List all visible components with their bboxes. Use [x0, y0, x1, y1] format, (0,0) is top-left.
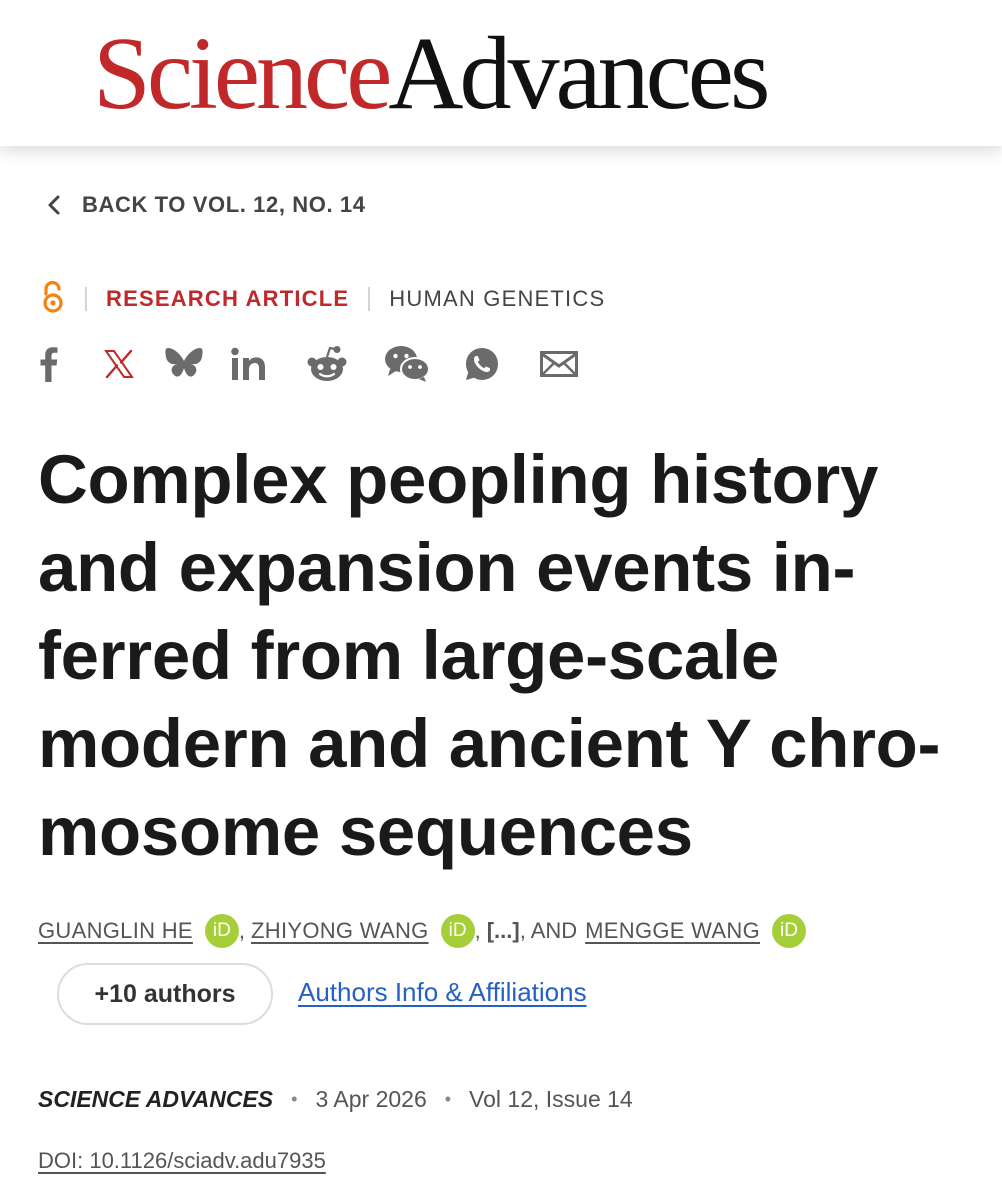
- x-icon[interactable]: [102, 342, 136, 386]
- meta-divider: [368, 287, 371, 311]
- share-bar: [34, 342, 578, 386]
- bullet-separator: •: [291, 1088, 298, 1109]
- journal-name[interactable]: SCIENCE ADVANCES: [38, 1086, 273, 1113]
- open-access-icon: [40, 280, 66, 319]
- logo-science: Science: [93, 16, 392, 131]
- publication-info: SCIENCE ADVANCES • 3 Apr 2026 • Vol 12, …: [38, 1082, 633, 1116]
- author-list: GUANGLIN HE iD , ZHIYONG WANG iD , [...]…: [38, 913, 806, 949]
- title-line: modern and ancient Y chro-: [38, 705, 941, 782]
- author-separator: ,: [474, 918, 481, 943]
- doi-link[interactable]: DOI: 10.1126/sciadv.adu7935: [38, 1148, 326, 1174]
- author-link-zhiyong-wang[interactable]: ZHIYONG WANG: [251, 918, 429, 944]
- article-title: Complex peopling history and expansion e…: [38, 436, 978, 876]
- back-to-issue-link[interactable]: BACK TO VOL. 12, NO. 14: [46, 190, 366, 220]
- author-link-guanglin-he[interactable]: GUANGLIN HE: [38, 918, 193, 944]
- facebook-icon[interactable]: [34, 342, 64, 386]
- title-line: Complex peopling history: [38, 441, 879, 518]
- author-ellipsis[interactable]: [...]: [487, 918, 520, 944]
- article-type[interactable]: RESEARCH ARTICLE: [106, 286, 349, 312]
- orcid-icon[interactable]: iD: [204, 914, 239, 948]
- author-link-mengge-wang[interactable]: MENGGE WANG: [585, 918, 760, 944]
- meta-divider: [85, 287, 87, 311]
- title-line: ferred from large-scale: [38, 617, 779, 694]
- email-icon[interactable]: [540, 342, 578, 386]
- wechat-icon[interactable]: [384, 342, 430, 386]
- orcid-icon[interactable]: iD: [772, 914, 806, 948]
- article-subject[interactable]: HUMAN GENETICS: [389, 286, 605, 312]
- orcid-icon[interactable]: iD: [440, 914, 475, 948]
- science-advances-logo[interactable]: ScienceAdvances: [93, 22, 770, 126]
- linkedin-icon[interactable]: [231, 342, 267, 386]
- reddit-icon[interactable]: [307, 342, 347, 386]
- title-line: mosome sequences: [38, 793, 693, 870]
- bluesky-icon[interactable]: [164, 342, 204, 386]
- show-more-authors-button[interactable]: +10 authors: [57, 963, 273, 1025]
- publication-date: 3 Apr 2026: [315, 1085, 427, 1112]
- author-separator: ,: [238, 918, 246, 943]
- volume-issue[interactable]: Vol 12, Issue 14: [469, 1086, 633, 1113]
- back-link-label: BACK TO VOL. 12, NO. 14: [82, 192, 366, 217]
- author-separator: , AND: [519, 918, 578, 943]
- authors-info-affiliations-link[interactable]: Authors Info & Affiliations: [298, 977, 587, 1008]
- chevron-left-icon: [46, 194, 62, 216]
- whatsapp-icon[interactable]: [464, 342, 500, 386]
- article-meta-row: RESEARCH ARTICLE HUMAN GENETICS: [40, 280, 605, 319]
- title-line: and expansion events in-: [38, 529, 856, 606]
- logo-advances: Advances: [388, 16, 770, 131]
- masthead: ScienceAdvances: [0, 0, 1002, 146]
- bullet-separator: •: [444, 1088, 452, 1109]
